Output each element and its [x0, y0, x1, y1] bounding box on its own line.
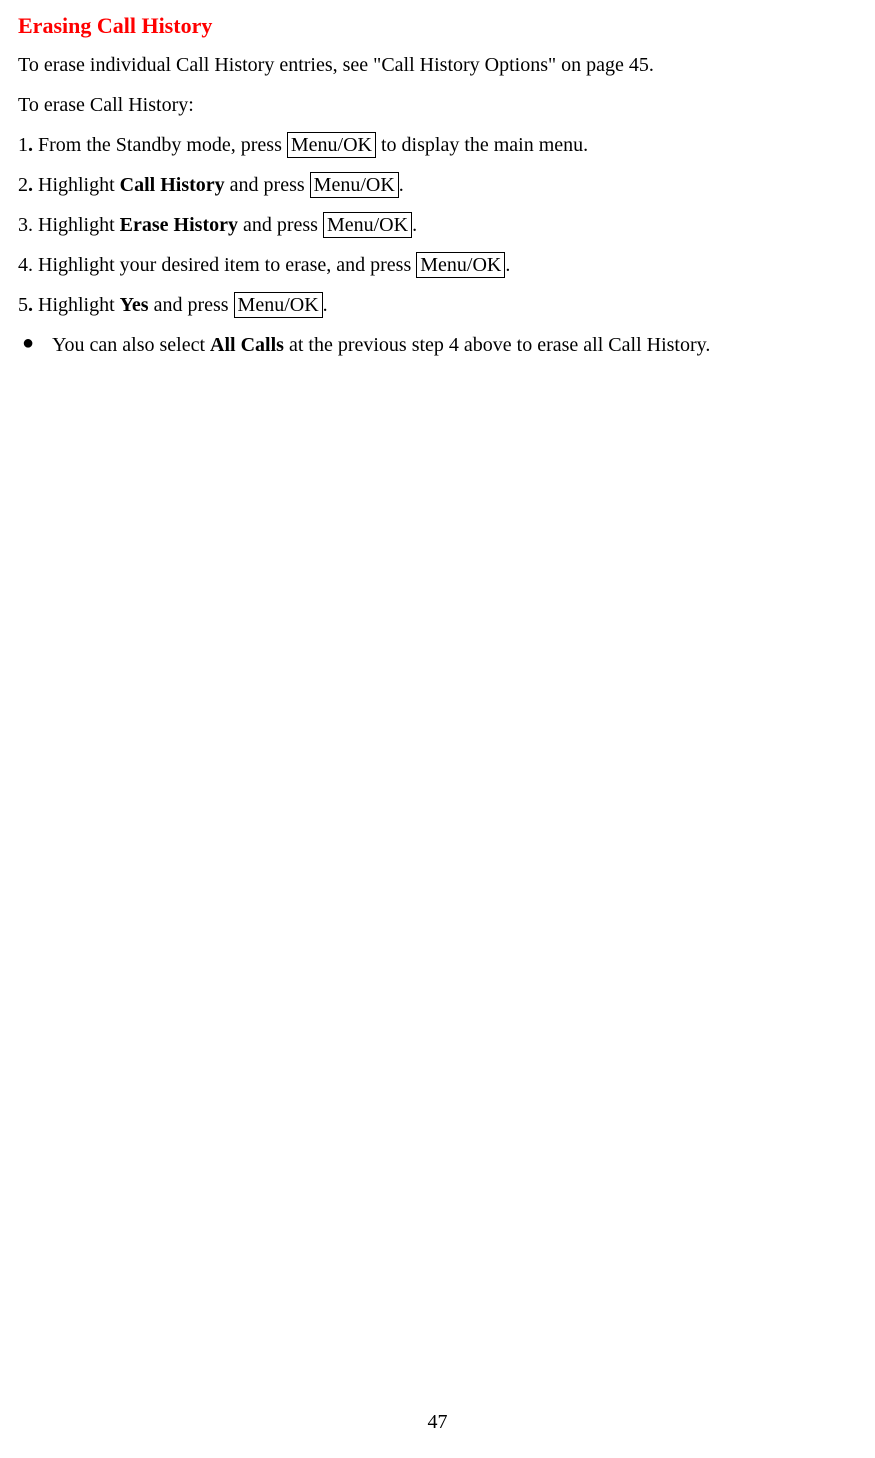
bullet-bold: All Calls — [210, 334, 284, 356]
step-text: . — [505, 254, 510, 276]
bullet-icon: ● — [22, 329, 34, 357]
page-number: 47 — [0, 1406, 875, 1438]
menu-ok-key: Menu/OK — [287, 132, 376, 158]
step-5: 5. Highlight Yes and press Menu/OK. — [18, 289, 871, 321]
bullet-pre: You can also select — [52, 334, 210, 356]
step-text: . — [323, 294, 328, 316]
step-text: . — [412, 214, 417, 236]
step-2: 2. Highlight Call History and press Menu… — [18, 169, 871, 201]
step-bold: Erase History — [120, 214, 238, 236]
step-number: 4 — [18, 254, 28, 276]
step-bold: Yes — [120, 294, 149, 316]
menu-ok-key: Menu/OK — [234, 292, 323, 318]
step-text: Highlight — [33, 294, 120, 316]
step-text: From the Standby mode, press — [33, 134, 287, 156]
menu-ok-key: Menu/OK — [323, 212, 412, 238]
step-text: . — [399, 174, 404, 196]
step-3: 3. Highlight Erase History and press Men… — [18, 209, 871, 241]
intro-paragraph: To erase individual Call History entries… — [18, 49, 871, 81]
step-text: and press — [149, 294, 234, 316]
step-1: 1. From the Standby mode, press Menu/OK … — [18, 129, 871, 161]
step-text: to display the main menu. — [376, 134, 588, 156]
step-number: 5 — [18, 294, 28, 316]
step-bold: Call History — [120, 174, 225, 196]
bullet-post: at the previous step 4 above to erase al… — [284, 334, 710, 356]
section-heading: Erasing Call History — [18, 8, 871, 43]
step-number: 2 — [18, 174, 28, 196]
step-4: 4. Highlight your desired item to erase,… — [18, 249, 871, 281]
step-number: 1 — [18, 134, 28, 156]
step-number: 3 — [18, 214, 28, 236]
menu-ok-key: Menu/OK — [416, 252, 505, 278]
bullet-item: ● You can also select All Calls at the p… — [18, 329, 871, 361]
step-text: and press — [225, 174, 310, 196]
menu-ok-key: Menu/OK — [310, 172, 399, 198]
step-text: and press — [238, 214, 323, 236]
lead-paragraph: To erase Call History: — [18, 89, 871, 121]
step-text: . Highlight your desired item to erase, … — [28, 254, 416, 276]
step-text: Highlight — [33, 174, 120, 196]
step-text: . Highlight — [28, 214, 120, 236]
bullet-text: You can also select All Calls at the pre… — [52, 329, 710, 361]
